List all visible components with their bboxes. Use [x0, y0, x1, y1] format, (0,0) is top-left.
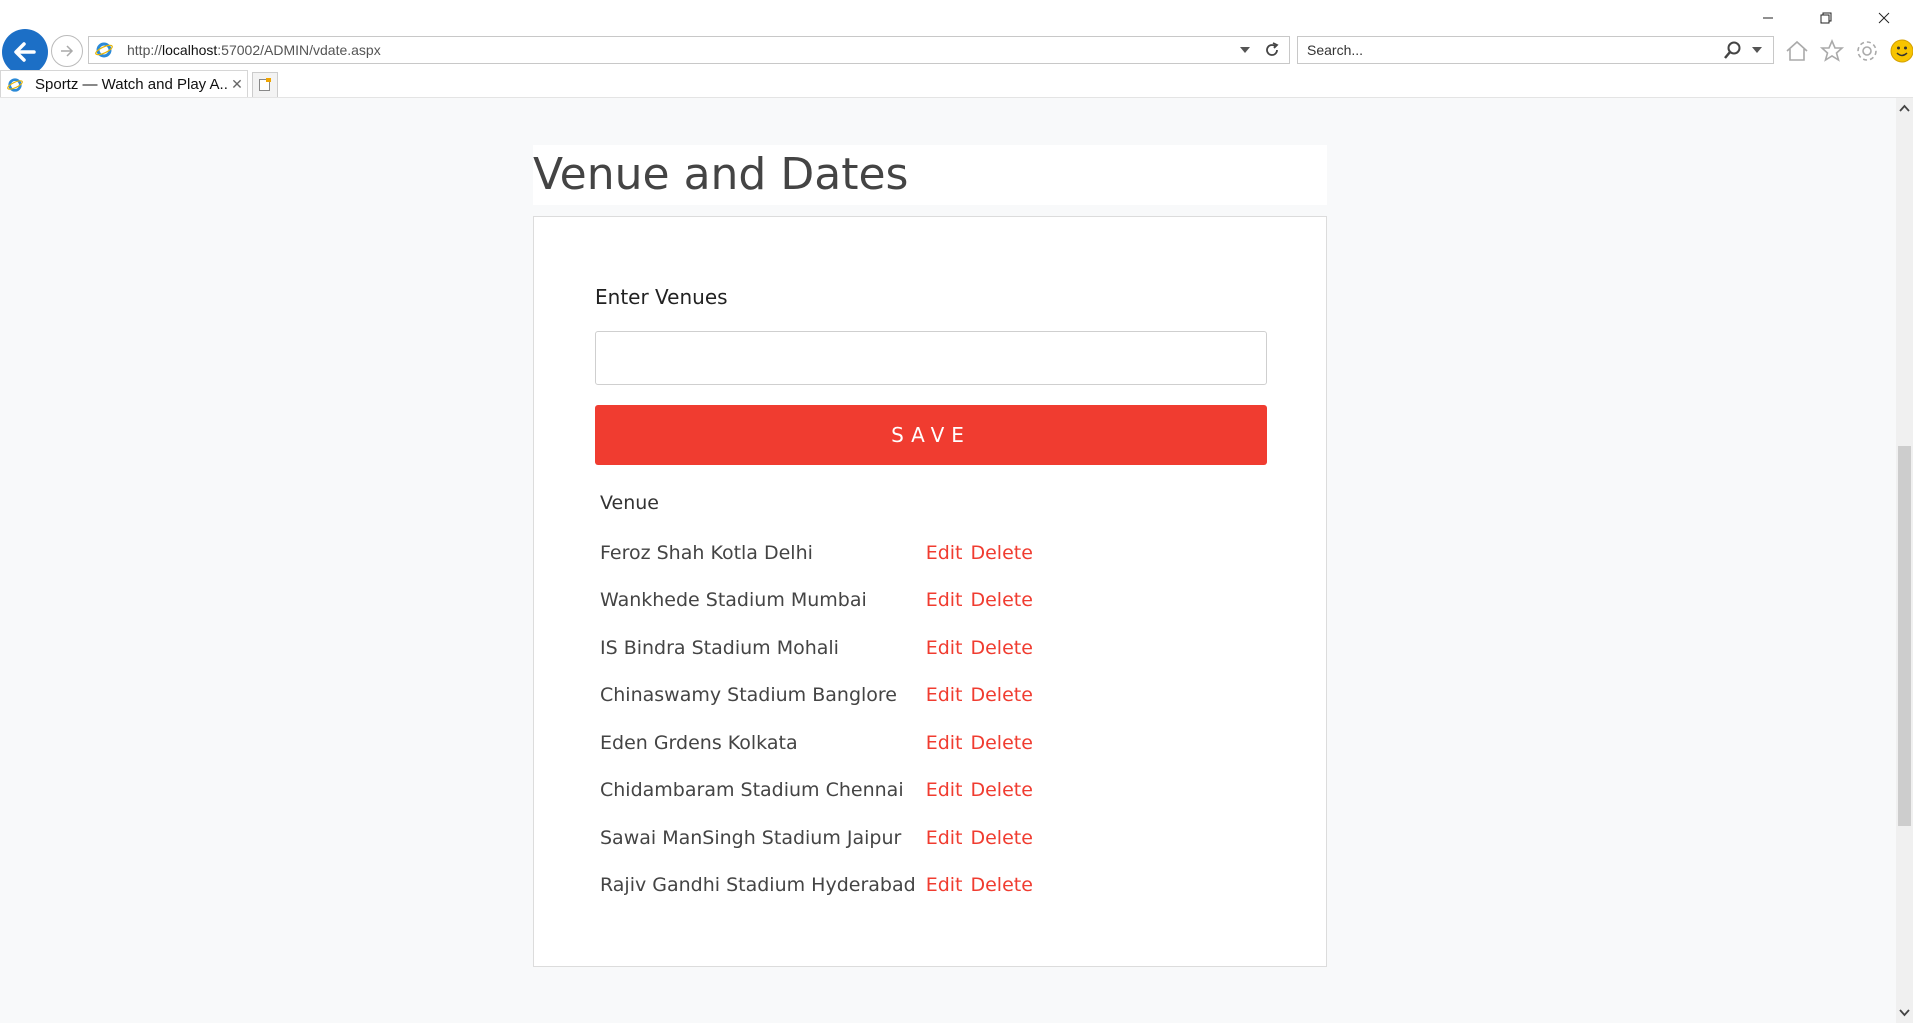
- table-row: IS Bindra Stadium Mohali Edit Delete: [600, 624, 1041, 672]
- back-button[interactable]: [2, 29, 48, 75]
- url-path: :57002/ADMIN/vdate.aspx: [217, 42, 381, 58]
- row-actions: Edit Delete: [926, 814, 1041, 862]
- search-placeholder: Search...: [1307, 42, 1364, 58]
- scroll-down-icon[interactable]: [1899, 1009, 1910, 1017]
- venue-name: Sawai ManSingh Stadium Jaipur: [600, 826, 902, 849]
- table-row: Rajiv Gandhi Stadium Hyderabad Edit Delete: [600, 862, 1041, 910]
- address-bar[interactable]: http://localhost:57002/ADMIN/vdate.aspx: [88, 36, 1290, 64]
- restore-button[interactable]: [1797, 0, 1855, 36]
- scroll-thumb[interactable]: [1898, 446, 1911, 826]
- delete-link[interactable]: Delete: [970, 874, 1032, 896]
- edit-link[interactable]: Edit: [926, 684, 963, 706]
- forward-arrow-icon: [61, 45, 74, 57]
- edit-link[interactable]: Edit: [926, 779, 963, 801]
- star-icon[interactable]: [1819, 38, 1845, 64]
- new-tab-icon: [259, 78, 271, 91]
- venue-rows: Feroz Shah Kotla Delhi Edit Delete Wankhede…: [600, 529, 1041, 909]
- main-content: Venue and Dates Enter Venues SAVE Venue …: [533, 145, 1327, 967]
- venue-form: Enter Venues SAVE: [595, 285, 1267, 465]
- table-row: Chidambaram Stadium Chennai Edit Delete: [600, 767, 1041, 815]
- gear-icon[interactable]: [1854, 38, 1880, 64]
- vertical-scrollbar[interactable]: [1896, 98, 1913, 1023]
- scroll-up-icon[interactable]: [1899, 104, 1910, 112]
- venue-card: Enter Venues SAVE Venue Feroz Shah Kotla…: [533, 216, 1327, 967]
- tab-title: Sportz — Watch and Play A...: [35, 76, 227, 93]
- delete-link[interactable]: Delete: [970, 732, 1032, 754]
- row-actions: Edit Delete: [926, 672, 1041, 720]
- venue-input[interactable]: [595, 331, 1267, 385]
- venue-name: Wankhede Stadium Mumbai: [600, 589, 867, 612]
- ie-logo-icon: [7, 77, 23, 92]
- delete-link[interactable]: Delete: [970, 589, 1032, 611]
- row-actions: Edit Delete: [926, 577, 1041, 625]
- tab-close-icon[interactable]: ✕: [227, 76, 247, 93]
- new-tab-button[interactable]: [252, 72, 278, 98]
- edit-link[interactable]: Edit: [926, 542, 963, 564]
- edit-link[interactable]: Edit: [926, 637, 963, 659]
- refresh-icon[interactable]: [1263, 41, 1281, 59]
- table-row: Sawai ManSingh Stadium Jaipur Edit Delete: [600, 814, 1041, 862]
- minimize-icon: [1763, 17, 1773, 19]
- browser-chrome: http://localhost:57002/ADMIN/vdate.aspx …: [0, 0, 1913, 98]
- row-actions: Edit Delete: [926, 862, 1041, 910]
- save-button[interactable]: SAVE: [595, 405, 1267, 465]
- table-row: Chinaswamy Stadium Banglore Edit Delete: [600, 672, 1041, 720]
- venue-table: Venue Feroz Shah Kotla Delhi Edit Delete Wa…: [600, 489, 1041, 909]
- row-actions: Edit Delete: [926, 624, 1041, 672]
- chevron-down-icon[interactable]: [1239, 45, 1251, 55]
- back-arrow-icon: [14, 42, 36, 62]
- search-dropdown-icon[interactable]: [1751, 45, 1763, 55]
- browser-tab[interactable]: Sportz — Watch and Play A... ✕: [0, 70, 248, 98]
- url-prefix: http://: [127, 42, 163, 58]
- table-row: Feroz Shah Kotla Delhi Edit Delete: [600, 529, 1041, 577]
- minimize-button[interactable]: [1739, 0, 1797, 36]
- close-window-button[interactable]: [1855, 0, 1913, 36]
- page-title: Venue and Dates: [533, 149, 909, 200]
- chrome-divider: [0, 97, 1913, 98]
- delete-link[interactable]: Delete: [970, 542, 1032, 564]
- delete-link[interactable]: Delete: [970, 827, 1032, 849]
- url-host: localhost: [162, 42, 218, 58]
- close-icon: [1878, 12, 1890, 24]
- search-icon[interactable]: [1723, 40, 1743, 60]
- edit-link[interactable]: Edit: [926, 827, 963, 849]
- venue-column-header: Venue: [600, 492, 659, 514]
- venue-name: Eden Grdens Kolkata: [600, 731, 798, 754]
- address-url: http://localhost:57002/ADMIN/vdate.aspx: [127, 42, 1239, 58]
- edit-link[interactable]: Edit: [926, 732, 963, 754]
- actions-column-header: [926, 489, 1041, 529]
- toolbar-icons: [1784, 36, 1913, 66]
- edit-link[interactable]: Edit: [926, 874, 963, 896]
- venue-name: Chidambaram Stadium Chennai: [600, 779, 904, 802]
- search-bar[interactable]: Search...: [1297, 36, 1774, 64]
- ie-logo-icon: [95, 42, 113, 58]
- row-actions: Edit Delete: [926, 719, 1041, 767]
- window-controls: [1739, 0, 1913, 36]
- table-row: Eden Grdens Kolkata Edit Delete: [600, 719, 1041, 767]
- title-box: Venue and Dates: [533, 145, 1327, 205]
- restore-icon: [1820, 12, 1832, 24]
- row-actions: Edit Delete: [926, 529, 1041, 577]
- row-actions: Edit Delete: [926, 767, 1041, 815]
- smiley-icon[interactable]: [1889, 38, 1913, 64]
- venue-name: Rajiv Gandhi Stadium Hyderabad: [600, 874, 916, 897]
- venue-field-label: Enter Venues: [595, 285, 728, 309]
- table-header-row: Venue: [600, 489, 1041, 529]
- table-row: Wankhede Stadium Mumbai Edit Delete: [600, 577, 1041, 625]
- delete-link[interactable]: Delete: [970, 779, 1032, 801]
- home-icon[interactable]: [1784, 38, 1810, 64]
- delete-link[interactable]: Delete: [970, 684, 1032, 706]
- forward-button[interactable]: [51, 35, 83, 67]
- edit-link[interactable]: Edit: [926, 589, 963, 611]
- venue-name: Feroz Shah Kotla Delhi: [600, 541, 813, 564]
- venue-name: IS Bindra Stadium Mohali: [600, 636, 839, 659]
- delete-link[interactable]: Delete: [970, 637, 1032, 659]
- venue-name: Chinaswamy Stadium Banglore: [600, 684, 897, 707]
